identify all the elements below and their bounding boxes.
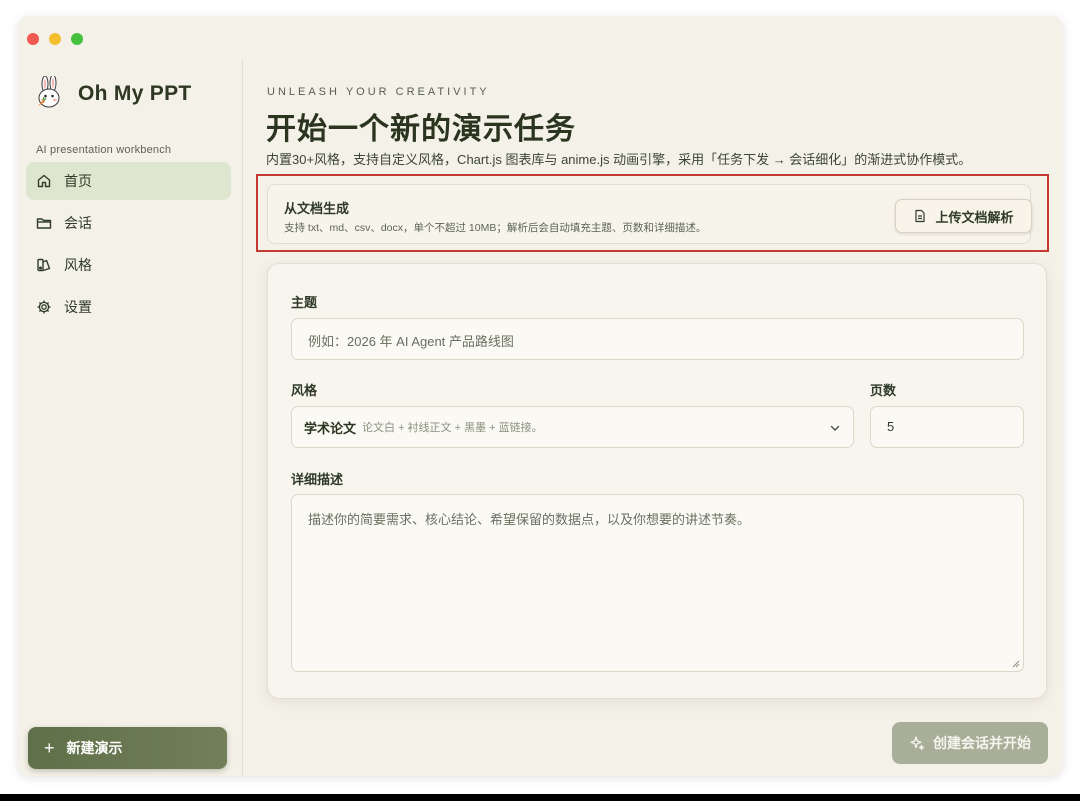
upload-document-button[interactable]: 上传文档解析: [895, 199, 1032, 233]
palette-icon: [37, 258, 51, 272]
create-session-button[interactable]: 创建会话并开始: [892, 722, 1048, 764]
sidebar-item-home[interactable]: 首页: [26, 162, 231, 200]
sidebar-item-sessions[interactable]: 会话: [26, 204, 231, 242]
style-label: 风格: [291, 383, 318, 398]
pages-input[interactable]: 5: [870, 406, 1024, 448]
plus-icon: +: [44, 737, 55, 758]
task-form: 主题 例如：2026 年 AI Agent 产品路线图 风格 学术论文 论文白 …: [267, 263, 1047, 699]
chevron-down-icon: [830, 425, 840, 431]
sidebar-item-label: 风格: [64, 257, 92, 273]
upload-document-label: 上传文档解析: [935, 209, 1014, 225]
pages-value: 5: [887, 419, 895, 434]
sidebar-item-styles[interactable]: 风格: [26, 246, 231, 284]
rabbit-logo-icon: [38, 76, 60, 108]
sidebar-item-label: 首页: [64, 173, 92, 189]
folder-icon: [36, 218, 52, 229]
home-icon: [37, 174, 51, 188]
resize-grip-icon[interactable]: [1012, 660, 1020, 668]
bottom-edge: [0, 794, 1080, 801]
style-select[interactable]: 学术论文 论文白 + 衬线正文 + 黑墨 + 蓝链接。: [291, 406, 854, 448]
description-placeholder: 描述你的简要需求、核心结论、希望保留的数据点，以及你想要的讲述节奏。: [308, 512, 751, 527]
close-window-button[interactable]: [27, 33, 39, 45]
window-controls: [27, 33, 83, 45]
new-presentation-button[interactable]: + 新建演示: [28, 727, 227, 769]
topic-label: 主题: [291, 295, 318, 310]
style-selected-value: 学术论文: [304, 420, 357, 436]
sidebar-nav: 首页 会话 风格 设置: [26, 162, 231, 330]
document-icon: [915, 209, 926, 223]
description-label: 详细描述: [291, 472, 344, 487]
pages-label: 页数: [870, 383, 897, 398]
page-description: 内置30+风格，支持自定义风格，Chart.js 图表库与 anime.js 动…: [266, 152, 972, 167]
sidebar-item-settings[interactable]: 设置: [26, 288, 231, 326]
minimize-window-button[interactable]: [49, 33, 61, 45]
gear-icon: [37, 300, 51, 314]
eyebrow-text: UNLEASH YOUR CREATIVITY: [267, 86, 490, 98]
main-content: UNLEASH YOUR CREATIVITY 开始一个新的演示任务 内置30+…: [244, 60, 1063, 776]
brand: Oh My PPT: [32, 76, 192, 112]
sidebar: Oh My PPT AI presentation workbench 首页 会…: [18, 60, 243, 776]
document-import-title: 从文档生成: [284, 201, 350, 216]
sidebar-item-label: 设置: [64, 299, 92, 315]
app-tagline: AI presentation workbench: [36, 144, 172, 156]
new-presentation-label: 新建演示: [66, 740, 123, 756]
zoom-window-button[interactable]: [71, 33, 83, 45]
style-hint: 论文白 + 衬线正文 + 黑墨 + 蓝链接。: [362, 422, 543, 434]
description-textarea[interactable]: 描述你的简要需求、核心结论、希望保留的数据点，以及你想要的讲述节奏。: [291, 494, 1024, 672]
sparkle-icon: [910, 736, 925, 751]
app-name: Oh My PPT: [78, 82, 192, 105]
create-session-label: 创建会话并开始: [933, 735, 1031, 751]
topic-input[interactable]: 例如：2026 年 AI Agent 产品路线图: [291, 318, 1024, 360]
app-window: Oh My PPT AI presentation workbench 首页 会…: [18, 16, 1063, 776]
topic-placeholder: 例如：2026 年 AI Agent 产品路线图: [308, 334, 514, 349]
document-import-subtitle: 支持 txt、md、csv、docx，单个不超过 10MB；解析后会自动填充主题…: [284, 222, 707, 234]
sidebar-item-label: 会话: [64, 215, 92, 231]
document-import-card: 从文档生成 支持 txt、md、csv、docx，单个不超过 10MB；解析后会…: [267, 184, 1032, 244]
page-title: 开始一个新的演示任务: [266, 113, 576, 146]
